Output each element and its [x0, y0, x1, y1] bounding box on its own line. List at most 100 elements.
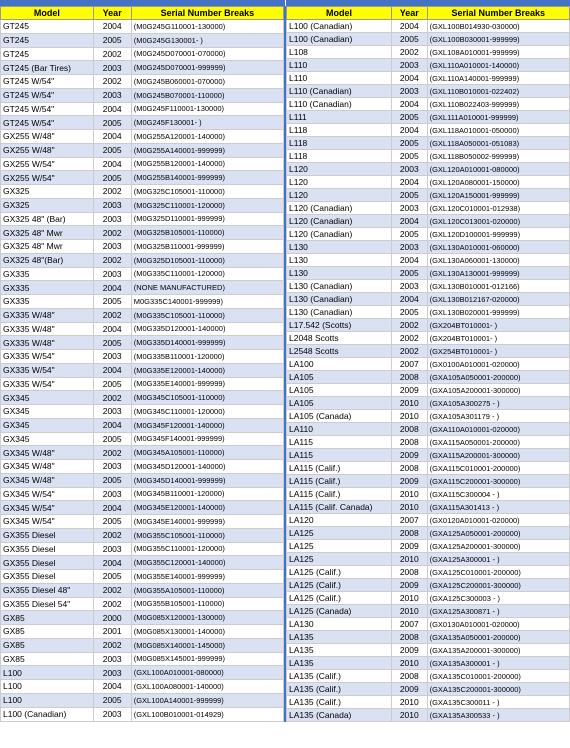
cell-year: 2005: [392, 111, 428, 124]
cell-model: L100 (Canadian): [287, 20, 392, 33]
cell-year: 2004: [93, 102, 131, 116]
table-row: GT245 (Bar Tires)2003(M0G245D070001-9999…: [1, 61, 284, 75]
cell-year: 2008: [392, 423, 428, 436]
cell-model: LA125 (Calif.): [287, 566, 392, 579]
cell-year: 2005: [392, 267, 428, 280]
cell-year: 2003: [93, 350, 131, 364]
cell-serial: (GXL130A060001-130000): [427, 254, 569, 267]
table-row: LA105 (Canada)2010(GXA105A301179 - ): [287, 410, 570, 423]
cell-serial: (M0G245B070001-110000): [131, 88, 283, 102]
cell-model: L100: [1, 693, 94, 707]
cell-serial: (M0G345E140001-999999): [131, 515, 283, 529]
cell-model: L130: [287, 254, 392, 267]
cell-model: GX355 Diesel: [1, 570, 94, 584]
table-row: L120 (Canadian)2004(GXL120C013001-020000…: [287, 215, 570, 228]
cell-serial: (GXA125C010001-200000): [427, 566, 569, 579]
cell-serial: (GXL120C010001-012938): [427, 202, 569, 215]
table-row: L1082002(GXL108A010001-999999): [287, 46, 570, 59]
cell-model: L120: [287, 189, 392, 202]
cell-model: GX325 48" (Bar): [1, 212, 94, 226]
cell-model: L130 (Canadian): [287, 306, 392, 319]
page-wrapper: Model Year Serial Number Breaks GT245200…: [0, 0, 570, 722]
cell-model: LA115: [287, 449, 392, 462]
table-row: GX335 W/48"2005(M0G335D140001-999999): [1, 336, 284, 350]
cell-model: LA135 (Calif.): [287, 696, 392, 709]
cell-serial: (M0G335E120001-140000): [131, 363, 283, 377]
cell-model: L110: [287, 72, 392, 85]
cell-year: 2003: [392, 163, 428, 176]
cell-year: 2002: [93, 391, 131, 405]
left-col-serial: Serial Number Breaks: [131, 7, 283, 20]
table-row: GT2452004(M0G245G110001-130000): [1, 20, 284, 34]
cell-serial: (GXL120A150001-999999): [427, 189, 569, 202]
cell-serial: (GXA115C010001-200000): [427, 462, 569, 475]
cell-year: 2005: [93, 33, 131, 47]
table-row: LA1252008(GXA125A050001-200000): [287, 527, 570, 540]
cell-serial: (GXL100A010001-080000): [131, 666, 283, 680]
cell-model: GX345 W/48": [1, 446, 94, 460]
cell-year: 2009: [392, 579, 428, 592]
cell-model: L111: [287, 111, 392, 124]
cell-serial: (M0G345D140001-999999): [131, 473, 283, 487]
cell-year: 2010: [392, 657, 428, 670]
cell-model: LA135: [287, 657, 392, 670]
cell-model: GX325: [1, 185, 94, 199]
cell-serial: (GXL120D100001-999999): [427, 228, 569, 241]
cell-year: 2010: [392, 605, 428, 618]
table-row: GX852003(M0G085X145001-999999): [1, 652, 284, 666]
table-row: GX345 W/48"2005(M0G345D140001-999999): [1, 473, 284, 487]
table-row: GX355 Diesel 54"2002(M0G355B105001-11000…: [1, 597, 284, 611]
table-row: LA1352008(GXA135A050001-200000): [287, 631, 570, 644]
cell-serial: (GXA110A010001-020000): [427, 423, 569, 436]
cell-serial: (GXA105A300275 - ): [427, 397, 569, 410]
cell-year: 2004: [93, 418, 131, 432]
table-row: LA115 (Calif. Canada)2010(GXA115A301413 …: [287, 501, 570, 514]
cell-model: LA130: [287, 618, 392, 631]
cell-year: 2003: [392, 85, 428, 98]
cell-year: 2005: [93, 570, 131, 584]
cell-serial: (M0G335C110001-120000): [131, 267, 283, 281]
cell-model: GX325 48"(Bar): [1, 253, 94, 267]
cell-serial: (GXL120A080001-150000): [427, 176, 569, 189]
cell-model: GT245 W/54": [1, 75, 94, 89]
cell-model: GX255 W/48": [1, 143, 94, 157]
cell-model: GX335 W/48": [1, 308, 94, 322]
table-row: L100 (Canadian)2004(GXL100B014930-030000…: [287, 20, 570, 33]
cell-serial: (GXL118B050002-999999): [427, 150, 569, 163]
table-row: GX255 W/54"2005(M0G255B140001-999999): [1, 171, 284, 185]
cell-year: 2005: [93, 171, 131, 185]
table-row: GX355 Diesel 48"2002(M0G355A105001-11000…: [1, 583, 284, 597]
cell-model: L110: [287, 59, 392, 72]
cell-serial: (GXA125A200001-300000): [427, 540, 569, 553]
cell-serial: (GXA105A050001-200000): [427, 371, 569, 384]
table-row: GX335 W/54"2004(M0G335E120001-140000): [1, 363, 284, 377]
table-row: GX345 W/48"2002(M0G345A105001-110000): [1, 446, 284, 460]
cell-model: LA105: [287, 384, 392, 397]
cell-model: LA125 (Calif.): [287, 579, 392, 592]
cell-year: 2010: [392, 696, 428, 709]
cell-year: 2003: [392, 59, 428, 72]
table-row: LA1152009(GXA115A200001-300000): [287, 449, 570, 462]
cell-model: L120: [287, 176, 392, 189]
cell-serial: (M0G345F140001-999999): [131, 432, 283, 446]
cell-serial: (GXL110A140001-999999): [427, 72, 569, 85]
cell-serial: (M0G325C110001-120000): [131, 198, 283, 212]
table-row: GX852000(M0G085X120001-130000): [1, 611, 284, 625]
cell-year: 2004: [93, 501, 131, 515]
cell-year: 2010: [392, 501, 428, 514]
cell-year: 2003: [93, 61, 131, 75]
cell-year: 2004: [392, 254, 428, 267]
cell-year: 2002: [392, 319, 428, 332]
table-row: LA1352010(GXA135A300001 - ): [287, 657, 570, 670]
table-row: L1182005(GXL118A050001-051083): [287, 137, 570, 150]
cell-model: LA115: [287, 436, 392, 449]
cell-model: GX345 W/48": [1, 460, 94, 474]
cell-model: GX355 Diesel: [1, 528, 94, 542]
cell-model: GX255 W/48": [1, 130, 94, 144]
cell-year: 2005: [392, 228, 428, 241]
cell-year: 2008: [392, 631, 428, 644]
cell-serial: (M0G085X120001-130000): [131, 611, 283, 625]
cell-serial: (GXA105A301179 - ): [427, 410, 569, 423]
table-row: LA125 (Canada)2010(GXA125A300871 - ): [287, 605, 570, 618]
table-row: GX335 W/54"2005(M0G335E140001-999999): [1, 377, 284, 391]
